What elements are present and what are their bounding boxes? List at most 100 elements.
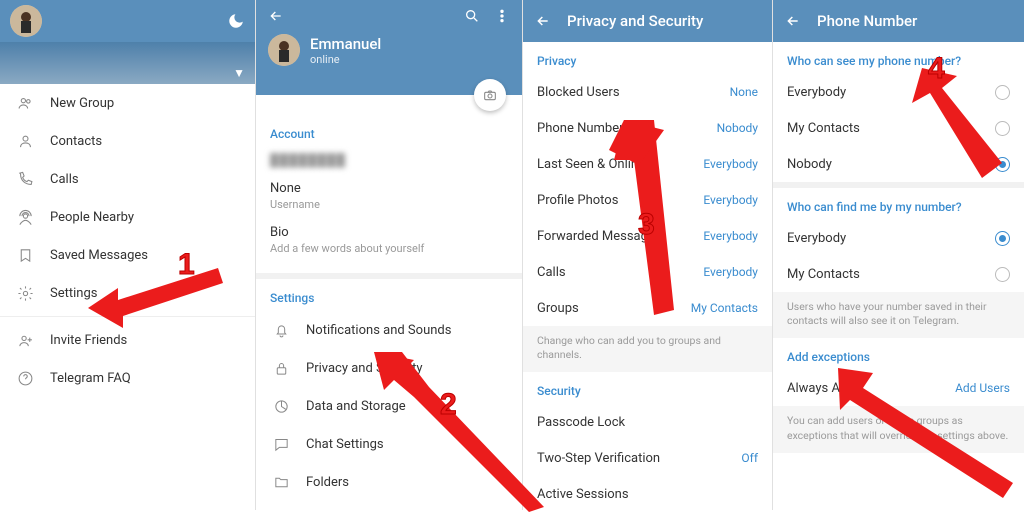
username-sub: Username xyxy=(270,198,508,211)
privacy-heading: Privacy xyxy=(523,42,772,74)
row-value: Everybody xyxy=(703,229,758,243)
row-label: Active Sessions xyxy=(537,487,629,502)
chat-icon xyxy=(270,436,292,453)
settings-item-label: Notifications and Sounds xyxy=(306,323,451,338)
option-label: Everybody xyxy=(787,231,846,246)
menu-label: Saved Messages xyxy=(50,248,148,263)
settings-folders[interactable]: Folders xyxy=(256,463,522,501)
settings-item-label: Privacy and Security xyxy=(306,361,423,376)
more-icon[interactable] xyxy=(494,8,510,24)
row-value: None xyxy=(730,85,758,99)
nearby-icon xyxy=(14,209,36,226)
back-icon[interactable] xyxy=(785,13,801,29)
username-row[interactable]: None Username xyxy=(270,175,508,219)
menu-invite-friends[interactable]: Invite Friends xyxy=(0,321,255,359)
bio-row[interactable]: Bio Add a few words about yourself xyxy=(270,219,508,263)
avatar[interactable] xyxy=(268,34,300,66)
change-photo-fab[interactable] xyxy=(474,79,506,111)
settings-header: Emmanuel online xyxy=(256,0,522,95)
row-label: Profile Photos xyxy=(537,193,618,208)
settings-item-label: Chat Settings xyxy=(306,437,384,452)
radio-option[interactable]: My Contacts xyxy=(773,256,1024,292)
user-icon xyxy=(14,133,36,150)
row-value: Off xyxy=(741,451,758,465)
avatar[interactable] xyxy=(10,5,42,37)
phone-icon xyxy=(14,171,36,188)
question-who-find: Who can find me by my number? xyxy=(773,188,1024,220)
row-label: Groups xyxy=(537,301,579,316)
page-title: Privacy and Security xyxy=(567,12,703,30)
privacy-row[interactable]: Last Seen & OnlineEverybody xyxy=(523,146,772,182)
settings-devices[interactable]: Devices xyxy=(256,501,522,510)
back-icon[interactable] xyxy=(268,8,284,24)
search-icon[interactable] xyxy=(464,8,480,24)
always-allow-label: Always Allow xyxy=(787,381,863,396)
phone-blurred: ████████ xyxy=(270,153,508,167)
security-row[interactable]: Passcode Lock xyxy=(523,404,772,440)
radio-icon xyxy=(995,267,1010,282)
drawer-pane: 23 AM 2579 36 AM 1 36 PM 456 Mon 149 Mon… xyxy=(0,0,256,510)
drawer-menu: New Group Contacts Calls People Nearby S… xyxy=(0,84,255,397)
privacy-pane: Privacy and Security Privacy Blocked Use… xyxy=(523,0,773,510)
privacy-row[interactable]: Blocked Users None xyxy=(523,74,772,110)
security-row[interactable]: Two-Step Verification Off xyxy=(523,440,772,476)
radio-option[interactable]: Everybody xyxy=(773,220,1024,256)
page-title: Phone Number xyxy=(817,12,917,30)
phone-header: Phone Number xyxy=(773,0,1024,42)
settings-chat[interactable]: Chat Settings xyxy=(256,425,522,463)
row-label: Two-Step Verification xyxy=(537,451,660,466)
radio-icon xyxy=(995,157,1010,172)
menu-contacts[interactable]: Contacts xyxy=(0,122,255,160)
radio-option[interactable]: My Contacts xyxy=(773,110,1024,146)
profile-status: online xyxy=(310,53,381,66)
radio-option[interactable]: Everybody xyxy=(773,74,1024,110)
row-value: Nobody xyxy=(717,121,758,135)
privacy-row[interactable]: Phone NumberNobody xyxy=(523,110,772,146)
bookmark-icon xyxy=(14,247,36,264)
menu-label: New Group xyxy=(50,96,114,111)
row-label: Blocked Users xyxy=(537,85,620,100)
security-heading: Security xyxy=(523,372,772,404)
settings-notifications[interactable]: Notifications and Sounds xyxy=(256,311,522,349)
folder-icon xyxy=(270,474,292,491)
drawer-header xyxy=(0,0,255,42)
profile-name: Emmanuel xyxy=(310,35,381,53)
compose-fab[interactable] xyxy=(207,466,243,502)
privacy-row[interactable]: CallsEverybody xyxy=(523,254,772,290)
row-label: Passcode Lock xyxy=(537,415,625,430)
security-row[interactable]: Active Sessions xyxy=(523,476,772,510)
phone-number-pane: Phone Number Who can see my phone number… xyxy=(773,0,1024,510)
menu-label: People Nearby xyxy=(50,210,134,225)
account-expand[interactable]: ▼ xyxy=(0,42,255,84)
settings-data[interactable]: Data and Storage xyxy=(256,387,522,425)
menu-label: Settings xyxy=(50,286,97,301)
bio-sub: Add a few words about yourself xyxy=(270,242,508,255)
annotation-number-3: 3 xyxy=(638,208,655,242)
add-users-link[interactable]: Add Users xyxy=(955,381,1010,395)
bio-label: Bio xyxy=(270,225,508,240)
settings-heading: Settings xyxy=(256,279,522,311)
exceptions-note: You can add users or entire groups as ex… xyxy=(773,406,1024,452)
menu-faq[interactable]: Telegram FAQ xyxy=(0,359,255,397)
radio-icon xyxy=(995,85,1010,100)
back-icon[interactable] xyxy=(535,13,551,29)
gear-icon xyxy=(14,285,36,302)
menu-new-group[interactable]: New Group xyxy=(0,84,255,122)
always-allow-row[interactable]: Always Allow Add Users xyxy=(773,370,1024,406)
settings-privacy[interactable]: Privacy and Security xyxy=(256,349,522,387)
row-label: Calls xyxy=(537,265,566,280)
annotation-number-4: 4 xyxy=(928,52,945,86)
privacy-row[interactable]: Groups My Contacts xyxy=(523,290,772,326)
menu-label: Invite Friends xyxy=(50,333,127,348)
menu-settings[interactable]: Settings xyxy=(0,274,255,312)
row-value: My Contacts xyxy=(691,301,758,315)
question-who-see: Who can see my phone number? xyxy=(773,42,1024,74)
menu-saved-messages[interactable]: Saved Messages xyxy=(0,236,255,274)
annotation-number-1: 1 xyxy=(178,248,195,282)
menu-people-nearby[interactable]: People Nearby xyxy=(0,198,255,236)
night-mode-icon[interactable] xyxy=(227,12,245,30)
menu-calls[interactable]: Calls xyxy=(0,160,255,198)
menu-label: Telegram FAQ xyxy=(50,371,131,386)
radio-option[interactable]: Nobody xyxy=(773,146,1024,182)
username-value: None xyxy=(270,181,508,196)
